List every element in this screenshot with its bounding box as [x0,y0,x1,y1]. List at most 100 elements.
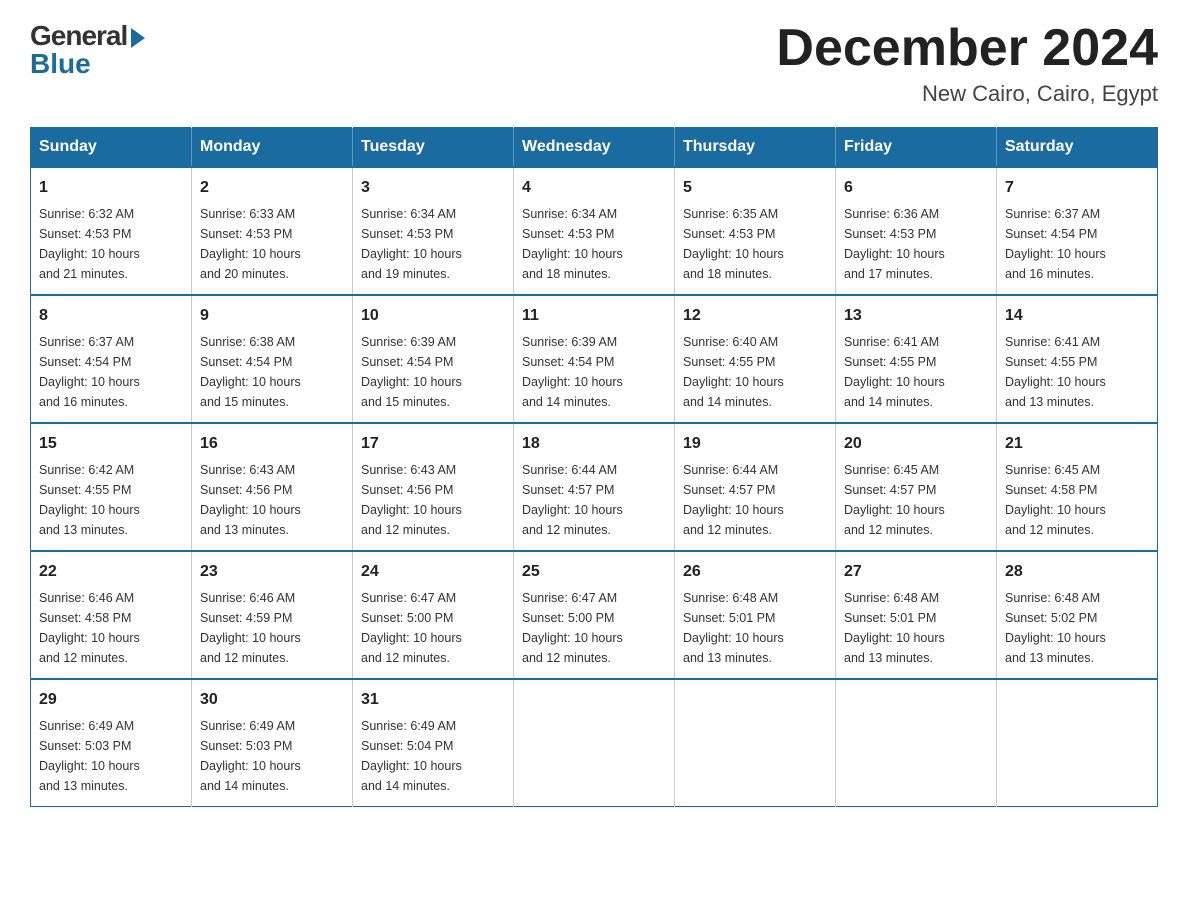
day-number: 23 [200,560,344,584]
month-title: December 2024 [776,20,1158,77]
calendar-cell: 16 Sunrise: 6:43 AMSunset: 4:56 PMDaylig… [192,423,353,551]
day-info: Sunrise: 6:39 AMSunset: 4:54 PMDaylight:… [361,332,505,412]
day-info: Sunrise: 6:45 AMSunset: 4:57 PMDaylight:… [844,460,988,540]
day-number: 6 [844,176,988,200]
day-number: 15 [39,432,183,456]
day-info: Sunrise: 6:35 AMSunset: 4:53 PMDaylight:… [683,204,827,284]
day-number: 16 [200,432,344,456]
day-number: 26 [683,560,827,584]
header-thursday: Thursday [675,128,836,168]
day-number: 12 [683,304,827,328]
header-saturday: Saturday [997,128,1158,168]
day-number: 19 [683,432,827,456]
day-info: Sunrise: 6:46 AMSunset: 4:58 PMDaylight:… [39,588,183,668]
day-info: Sunrise: 6:41 AMSunset: 4:55 PMDaylight:… [1005,332,1149,412]
day-info: Sunrise: 6:49 AMSunset: 5:03 PMDaylight:… [39,716,183,796]
day-number: 18 [522,432,666,456]
header-sunday: Sunday [31,128,192,168]
header-wednesday: Wednesday [514,128,675,168]
page-header: General Blue December 2024 New Cairo, Ca… [30,20,1158,107]
calendar-week-2: 8 Sunrise: 6:37 AMSunset: 4:54 PMDayligh… [31,295,1158,423]
day-info: Sunrise: 6:47 AMSunset: 5:00 PMDaylight:… [522,588,666,668]
calendar-cell: 21 Sunrise: 6:45 AMSunset: 4:58 PMDaylig… [997,423,1158,551]
day-number: 5 [683,176,827,200]
location-title: New Cairo, Cairo, Egypt [776,81,1158,107]
calendar-header-row: SundayMondayTuesdayWednesdayThursdayFrid… [31,128,1158,168]
calendar-cell: 28 Sunrise: 6:48 AMSunset: 5:02 PMDaylig… [997,551,1158,679]
day-number: 31 [361,688,505,712]
day-info: Sunrise: 6:47 AMSunset: 5:00 PMDaylight:… [361,588,505,668]
day-number: 20 [844,432,988,456]
calendar-cell: 24 Sunrise: 6:47 AMSunset: 5:00 PMDaylig… [353,551,514,679]
calendar-cell: 11 Sunrise: 6:39 AMSunset: 4:54 PMDaylig… [514,295,675,423]
calendar-cell: 6 Sunrise: 6:36 AMSunset: 4:53 PMDayligh… [836,167,997,295]
calendar-cell: 17 Sunrise: 6:43 AMSunset: 4:56 PMDaylig… [353,423,514,551]
calendar-cell: 25 Sunrise: 6:47 AMSunset: 5:00 PMDaylig… [514,551,675,679]
calendar-cell: 13 Sunrise: 6:41 AMSunset: 4:55 PMDaylig… [836,295,997,423]
day-number: 8 [39,304,183,328]
day-info: Sunrise: 6:41 AMSunset: 4:55 PMDaylight:… [844,332,988,412]
day-number: 1 [39,176,183,200]
day-number: 27 [844,560,988,584]
day-info: Sunrise: 6:37 AMSunset: 4:54 PMDaylight:… [1005,204,1149,284]
calendar-cell: 7 Sunrise: 6:37 AMSunset: 4:54 PMDayligh… [997,167,1158,295]
day-number: 10 [361,304,505,328]
calendar-cell: 31 Sunrise: 6:49 AMSunset: 5:04 PMDaylig… [353,679,514,807]
day-number: 24 [361,560,505,584]
header-tuesday: Tuesday [353,128,514,168]
calendar-cell: 5 Sunrise: 6:35 AMSunset: 4:53 PMDayligh… [675,167,836,295]
day-info: Sunrise: 6:43 AMSunset: 4:56 PMDaylight:… [200,460,344,540]
day-number: 30 [200,688,344,712]
calendar-cell: 19 Sunrise: 6:44 AMSunset: 4:57 PMDaylig… [675,423,836,551]
calendar-table: SundayMondayTuesdayWednesdayThursdayFrid… [30,127,1158,807]
day-info: Sunrise: 6:46 AMSunset: 4:59 PMDaylight:… [200,588,344,668]
day-info: Sunrise: 6:48 AMSunset: 5:01 PMDaylight:… [683,588,827,668]
day-info: Sunrise: 6:44 AMSunset: 4:57 PMDaylight:… [683,460,827,540]
logo: General Blue [30,20,145,80]
day-number: 14 [1005,304,1149,328]
calendar-cell: 30 Sunrise: 6:49 AMSunset: 5:03 PMDaylig… [192,679,353,807]
calendar-cell: 3 Sunrise: 6:34 AMSunset: 4:53 PMDayligh… [353,167,514,295]
calendar-cell: 23 Sunrise: 6:46 AMSunset: 4:59 PMDaylig… [192,551,353,679]
day-number: 9 [200,304,344,328]
day-info: Sunrise: 6:34 AMSunset: 4:53 PMDaylight:… [522,204,666,284]
day-info: Sunrise: 6:42 AMSunset: 4:55 PMDaylight:… [39,460,183,540]
day-number: 29 [39,688,183,712]
calendar-cell: 27 Sunrise: 6:48 AMSunset: 5:01 PMDaylig… [836,551,997,679]
day-info: Sunrise: 6:48 AMSunset: 5:02 PMDaylight:… [1005,588,1149,668]
day-number: 25 [522,560,666,584]
calendar-cell: 8 Sunrise: 6:37 AMSunset: 4:54 PMDayligh… [31,295,192,423]
day-number: 7 [1005,176,1149,200]
calendar-cell: 15 Sunrise: 6:42 AMSunset: 4:55 PMDaylig… [31,423,192,551]
day-info: Sunrise: 6:33 AMSunset: 4:53 PMDaylight:… [200,204,344,284]
day-number: 17 [361,432,505,456]
calendar-week-5: 29 Sunrise: 6:49 AMSunset: 5:03 PMDaylig… [31,679,1158,807]
day-info: Sunrise: 6:43 AMSunset: 4:56 PMDaylight:… [361,460,505,540]
day-number: 11 [522,304,666,328]
day-info: Sunrise: 6:39 AMSunset: 4:54 PMDaylight:… [522,332,666,412]
day-info: Sunrise: 6:49 AMSunset: 5:04 PMDaylight:… [361,716,505,796]
calendar-cell [514,679,675,807]
header-monday: Monday [192,128,353,168]
day-number: 28 [1005,560,1149,584]
calendar-cell [675,679,836,807]
calendar-cell [997,679,1158,807]
day-number: 3 [361,176,505,200]
day-info: Sunrise: 6:34 AMSunset: 4:53 PMDaylight:… [361,204,505,284]
title-section: December 2024 New Cairo, Cairo, Egypt [776,20,1158,107]
day-info: Sunrise: 6:37 AMSunset: 4:54 PMDaylight:… [39,332,183,412]
day-info: Sunrise: 6:32 AMSunset: 4:53 PMDaylight:… [39,204,183,284]
logo-blue-text: Blue [30,48,91,80]
day-info: Sunrise: 6:45 AMSunset: 4:58 PMDaylight:… [1005,460,1149,540]
day-info: Sunrise: 6:48 AMSunset: 5:01 PMDaylight:… [844,588,988,668]
day-info: Sunrise: 6:44 AMSunset: 4:57 PMDaylight:… [522,460,666,540]
calendar-week-3: 15 Sunrise: 6:42 AMSunset: 4:55 PMDaylig… [31,423,1158,551]
calendar-cell: 12 Sunrise: 6:40 AMSunset: 4:55 PMDaylig… [675,295,836,423]
day-number: 21 [1005,432,1149,456]
calendar-cell: 2 Sunrise: 6:33 AMSunset: 4:53 PMDayligh… [192,167,353,295]
calendar-cell: 1 Sunrise: 6:32 AMSunset: 4:53 PMDayligh… [31,167,192,295]
calendar-cell: 29 Sunrise: 6:49 AMSunset: 5:03 PMDaylig… [31,679,192,807]
calendar-cell: 4 Sunrise: 6:34 AMSunset: 4:53 PMDayligh… [514,167,675,295]
day-number: 22 [39,560,183,584]
header-friday: Friday [836,128,997,168]
